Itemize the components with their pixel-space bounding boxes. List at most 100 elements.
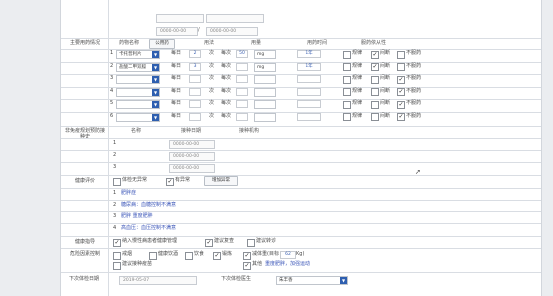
no-medication-checkbox[interactable] [397,63,405,71]
times-input[interactable] [189,100,201,108]
vaccine-row-number: 3 [113,164,117,170]
vaccine-date-field[interactable]: 0000-00-00 [169,152,215,161]
risk-other-text[interactable]: 重度肥胖，加强运动 [265,261,310,268]
intermittent-label: 间断 [380,62,391,69]
dose-amount-input[interactable] [236,75,248,83]
regular-checkbox[interactable] [343,100,351,109]
drug-name-select[interactable]: ▼ [116,75,160,84]
duration-input[interactable] [297,112,321,121]
drug-name-select[interactable]: 卡托普利片 ▼ [116,50,160,59]
guidance-label-3: 建议转诊 [256,238,277,244]
intermittent-checkbox[interactable]: ✓ [371,63,379,71]
med-header-compliance: 服药依从性 [361,40,387,46]
normal-option-label: 体检无异常 [122,177,148,183]
intermittent-checkbox[interactable] [371,113,379,121]
regular-checkbox[interactable] [343,113,351,121]
guidance-checkbox-1[interactable]: ✓ [113,239,121,247]
duration-input[interactable] [297,87,321,96]
duration-input[interactable]: 1年 [297,50,321,58]
dose-unit-select[interactable]: mg [254,62,276,72]
divider [61,175,541,176]
times-input[interactable]: 3 [189,62,201,71]
drug-name-select[interactable]: 盐酸二甲双胍 ▼ [116,62,160,72]
dose-unit-select[interactable] [254,100,276,109]
per-dose-label: 每次 [221,50,232,56]
dose-unit-select[interactable] [254,75,276,84]
times-input[interactable] [189,75,201,83]
weight-target-input[interactable]: 62 [280,251,296,259]
top-input-b[interactable] [206,14,264,23]
no-medication-checkbox[interactable]: ✓ [397,88,405,96]
next-doctor-select[interactable]: 朱丰香 ▼ [276,276,348,285]
dose-amount-input[interactable] [236,112,248,121]
next-date-field[interactable]: 2019-05-07 [119,276,197,285]
times-input[interactable] [189,112,201,121]
times-input[interactable] [189,87,201,96]
chevron-down-icon: ▼ [152,76,159,83]
vaccine-date-field[interactable]: 0000-00-00 [169,164,215,173]
no-medication-checkbox[interactable]: ✓ [397,75,405,84]
dose-unit-select[interactable]: mg [254,50,276,59]
dose-unit-select[interactable] [254,112,276,122]
abnormal-item-number: 2 [113,201,117,208]
top-input-a[interactable] [156,14,204,23]
abnormal-checkbox[interactable]: ✓ [166,178,174,186]
duration-input[interactable] [297,75,321,83]
dose-amount-input[interactable] [236,100,248,108]
drug-name-select[interactable]: ▼ [116,87,160,97]
no-medication-checkbox[interactable] [397,50,405,59]
risk-checkbox-vaccine[interactable] [113,262,121,270]
dose-unit-select[interactable] [254,87,276,97]
drug-name-select[interactable]: ▼ [116,112,160,122]
date-from-field[interactable]: 0000-00-00 [156,27,198,36]
abnormal-item-text[interactable]: 高血压：血压控制不满意 [121,225,176,232]
add-abnormal-button[interactable]: 增加异常 [204,176,238,186]
abnormal-option-label: 有异常 [175,177,191,183]
regular-checkbox[interactable] [343,63,351,71]
vaccine-row-number: 2 [113,152,117,158]
no-medication-checkbox[interactable]: ✓ [397,100,405,109]
intermittent-label: 间断 [380,50,391,56]
abnormal-item-text[interactable]: 肥胖 重度肥胖 [121,213,153,220]
risk-checkbox-diet[interactable] [185,252,193,260]
guidance-checkbox-3[interactable] [247,239,255,247]
guidance-checkbox-2[interactable]: ✓ [205,239,213,247]
abnormal-item-text[interactable]: 肥胖症 [121,190,136,197]
drug-name-value: 卡托普利片 [119,52,142,57]
no-medication-checkbox[interactable]: ✓ [397,113,405,121]
common-drug-button[interactable]: 公用药 [149,39,175,49]
dose-amount-input[interactable] [236,87,248,96]
regular-checkbox[interactable] [343,50,351,59]
regular-checkbox[interactable] [343,88,351,96]
dose-amount-input[interactable]: 50 [236,50,248,58]
med-row-number: 3 [110,75,114,81]
risk-checkbox-drinking[interactable] [149,252,157,260]
drug-name-select[interactable]: ▼ [116,100,160,109]
vaccine-row-number: 1 [113,140,117,146]
next-doctor-value: 朱丰香 [279,278,293,283]
regular-label: 规律 [352,87,363,94]
date-range-separator: / [198,27,200,33]
risk-checkbox-other[interactable]: ✓ [243,262,251,270]
intermittent-checkbox[interactable] [371,88,379,96]
date-to-field[interactable]: 0000-00-00 [206,27,258,36]
abnormal-item-text[interactable]: 糖尿病：血糖控制不满意 [121,202,176,209]
vaccine-date-field[interactable]: 0000-00-00 [169,140,215,149]
frequency-label: 每日 [171,50,182,56]
duration-input[interactable] [297,100,321,108]
risk-checkbox-smoking[interactable] [113,252,121,260]
normal-checkbox[interactable] [113,178,121,186]
duration-input[interactable]: 1年 [297,62,321,71]
per-dose-label: 每次 [221,87,232,94]
intermittent-checkbox[interactable]: ✓ [371,50,379,59]
form-sheet: 0000-00-00 / 0000-00-00 主要用药情况 药物名称 公用药 … [60,0,542,296]
intermittent-checkbox[interactable] [371,75,379,84]
dose-amount-input[interactable] [236,62,248,71]
abnormal-item-number: 4 [113,224,117,231]
intermittent-checkbox[interactable] [371,100,379,109]
risk-checkbox-exercise[interactable]: ✓ [213,252,221,260]
times-input[interactable]: 2 [189,50,201,58]
regular-checkbox[interactable] [343,75,351,84]
risk-checkbox-weight[interactable]: ✓ [243,252,251,260]
frequency-label: 每日 [171,75,182,81]
